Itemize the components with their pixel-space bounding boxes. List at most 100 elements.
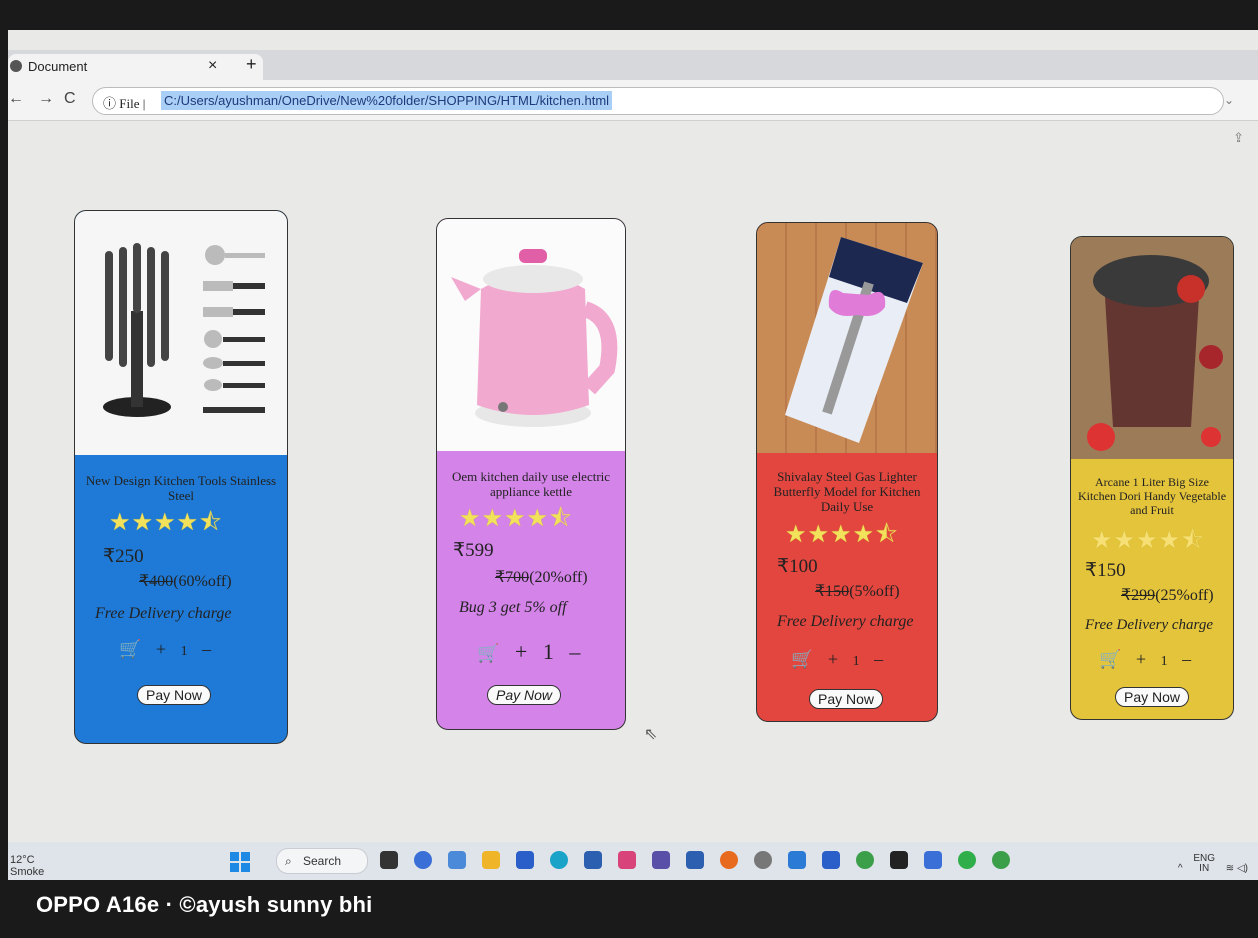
discount-label: (60%off) bbox=[173, 573, 232, 590]
file-explorer-icon[interactable] bbox=[482, 851, 500, 869]
product-title: Shivalay Steel Gas Lighter Butterfly Mod… bbox=[773, 469, 921, 514]
star-rating-icon: ★★★★⯪ bbox=[459, 506, 573, 532]
tray-chevron-icon[interactable]: ^ bbox=[1178, 863, 1183, 874]
cart-icon[interactable]: 🛒 bbox=[477, 643, 499, 664]
qty-minus-button[interactable]: – bbox=[874, 649, 883, 670]
edge-browser-icon[interactable] bbox=[550, 851, 568, 869]
qty-minus-button[interactable]: – bbox=[569, 639, 580, 665]
taskbar-search[interactable]: ⌕ Search bbox=[276, 848, 368, 874]
quantity-controls: 🛒 + 1 – bbox=[119, 639, 221, 660]
language-indicator[interactable]: ENG IN bbox=[1193, 854, 1215, 874]
product-card-gas-lighter: Shivalay Steel Gas Lighter Butterfly Mod… bbox=[756, 222, 938, 722]
notion-icon[interactable] bbox=[890, 851, 908, 869]
product-info: New Design Kitchen Tools Stainless Steel… bbox=[75, 455, 287, 743]
qty-value: 1 bbox=[852, 654, 860, 669]
original-price: ₹299 bbox=[1121, 587, 1156, 604]
wifi-icon[interactable]: ≋ bbox=[1226, 863, 1234, 874]
product-price: ₹100 bbox=[777, 556, 818, 577]
photo-watermark: OPPO A16e · ©ayush sunny bhi bbox=[36, 892, 373, 917]
weather-widget[interactable]: 12°C Smoke bbox=[10, 854, 44, 878]
product-title: New Design Kitchen Tools Stainless Steel bbox=[85, 473, 277, 503]
product-price: ₹150 bbox=[1085, 560, 1126, 581]
original-price: ₹700 bbox=[495, 569, 530, 586]
chat-icon[interactable] bbox=[414, 851, 432, 869]
url-text[interactable]: C:/Users/ayushman/OneDrive/New%20folder/… bbox=[161, 91, 613, 110]
product-price: ₹599 bbox=[453, 540, 494, 561]
qty-value: 1 bbox=[1160, 654, 1168, 669]
firefox-icon[interactable] bbox=[720, 851, 738, 869]
pay-now-button[interactable]: Pay Now bbox=[809, 689, 884, 709]
quantity-controls: 🛒 + 1 – bbox=[791, 649, 893, 670]
back-icon[interactable]: ← bbox=[8, 90, 24, 108]
quantity-controls: 🛒 + 1 – bbox=[477, 639, 590, 665]
product-info: Shivalay Steel Gas Lighter Butterfly Mod… bbox=[757, 453, 937, 721]
pay-now-button[interactable]: Pay Now bbox=[1115, 687, 1190, 707]
product-image-vegetable-chopper bbox=[1071, 237, 1233, 459]
qty-minus-button[interactable]: – bbox=[202, 639, 211, 660]
volume-icon[interactable]: ◁) bbox=[1237, 863, 1248, 874]
tab-search-chevron-icon[interactable]: ⌄ bbox=[1224, 93, 1234, 107]
region-code: IN bbox=[1199, 863, 1210, 874]
app-icon[interactable] bbox=[924, 851, 942, 869]
chrome-icon[interactable] bbox=[856, 851, 874, 869]
qty-minus-button[interactable]: – bbox=[1182, 649, 1191, 670]
pay-now-button[interactable]: Pay Now bbox=[137, 685, 212, 705]
vegetable-chopper-illustration bbox=[1071, 237, 1233, 459]
browser-tab[interactable]: Document × bbox=[8, 54, 263, 80]
pay-now-button[interactable]: Pay Now bbox=[487, 685, 562, 705]
product-card-vegetable-chopper: Arcane 1 Liter Big Size Kitchen Dori Han… bbox=[1070, 236, 1234, 720]
qty-plus-button[interactable]: + bbox=[1136, 649, 1146, 670]
product-price: ₹250 bbox=[103, 546, 144, 567]
page-content: New Design Kitchen Tools Stainless Steel… bbox=[8, 122, 1258, 842]
windows-taskbar: 12°C Smoke ⌕ Search ^ ENG IN ≋ ◁) bbox=[8, 842, 1258, 880]
vscode-icon[interactable] bbox=[788, 851, 806, 869]
search-icon: ⌕ bbox=[285, 854, 292, 868]
new-tab-button[interactable]: + bbox=[246, 54, 257, 75]
original-price: ₹150 bbox=[815, 583, 850, 600]
address-bar[interactable]: ⓘ File | C:/Users/ayushman/OneDrive/New%… bbox=[92, 87, 1224, 115]
quantity-controls: 🛒 + 1 – bbox=[1099, 649, 1201, 670]
weather-temp: 12°C bbox=[10, 854, 35, 866]
whatsapp-icon[interactable] bbox=[958, 851, 976, 869]
qty-plus-button[interactable]: + bbox=[156, 639, 166, 660]
qty-plus-button[interactable]: + bbox=[828, 649, 838, 670]
forward-icon[interactable]: → bbox=[38, 90, 54, 108]
discount-label: (25%off) bbox=[1155, 587, 1214, 604]
cart-icon[interactable]: 🛒 bbox=[119, 639, 141, 660]
app-icon[interactable] bbox=[686, 851, 704, 869]
offer-text: Free Delivery charge bbox=[95, 605, 232, 622]
app-icon[interactable] bbox=[652, 851, 670, 869]
kitchen-tools-illustration bbox=[103, 243, 265, 417]
chrome-icon[interactable] bbox=[992, 851, 1010, 869]
windows-start-icon[interactable] bbox=[230, 852, 250, 872]
kettle-illustration bbox=[451, 249, 618, 427]
cart-icon[interactable]: 🛒 bbox=[791, 649, 813, 670]
discount-label: (5%off) bbox=[849, 583, 900, 600]
qty-plus-button[interactable]: + bbox=[515, 639, 527, 665]
task-view-icon[interactable] bbox=[380, 851, 398, 869]
browser-toolbar: ← → C ⓘ File | C:/Users/ayushman/OneDriv… bbox=[8, 80, 1258, 121]
reload-icon[interactable]: C bbox=[64, 90, 76, 108]
instagram-icon[interactable] bbox=[618, 851, 636, 869]
settings-gear-icon[interactable] bbox=[754, 851, 772, 869]
gas-lighter-illustration bbox=[785, 237, 923, 443]
page-favicon-icon bbox=[10, 60, 22, 72]
app-icon[interactable] bbox=[584, 851, 602, 869]
product-mrp-row: ₹150(5%off) bbox=[815, 581, 900, 601]
product-mrp-row: ₹400(60%off) bbox=[139, 571, 232, 591]
weather-condition: Smoke bbox=[10, 866, 45, 878]
product-image-kettle bbox=[437, 219, 625, 451]
widgets-icon[interactable] bbox=[448, 851, 466, 869]
product-card-kitchen-tools: New Design Kitchen Tools Stainless Steel… bbox=[74, 210, 288, 744]
system-tray[interactable]: ^ ENG IN ≋ ◁) bbox=[1178, 854, 1248, 875]
cart-icon[interactable]: 🛒 bbox=[1099, 649, 1121, 670]
search-label: Search bbox=[303, 854, 342, 868]
product-info: Oem kitchen daily use electric appliance… bbox=[437, 451, 625, 729]
word-icon[interactable] bbox=[822, 851, 840, 869]
product-card-kettle: Oem kitchen daily use electric appliance… bbox=[436, 218, 626, 730]
browser-tabstrip: Document × + bbox=[8, 50, 1258, 80]
close-tab-icon[interactable]: × bbox=[208, 57, 217, 75]
offer-text: Free Delivery charge bbox=[1085, 617, 1213, 633]
original-price: ₹400 bbox=[139, 573, 174, 590]
store-icon[interactable] bbox=[516, 851, 534, 869]
